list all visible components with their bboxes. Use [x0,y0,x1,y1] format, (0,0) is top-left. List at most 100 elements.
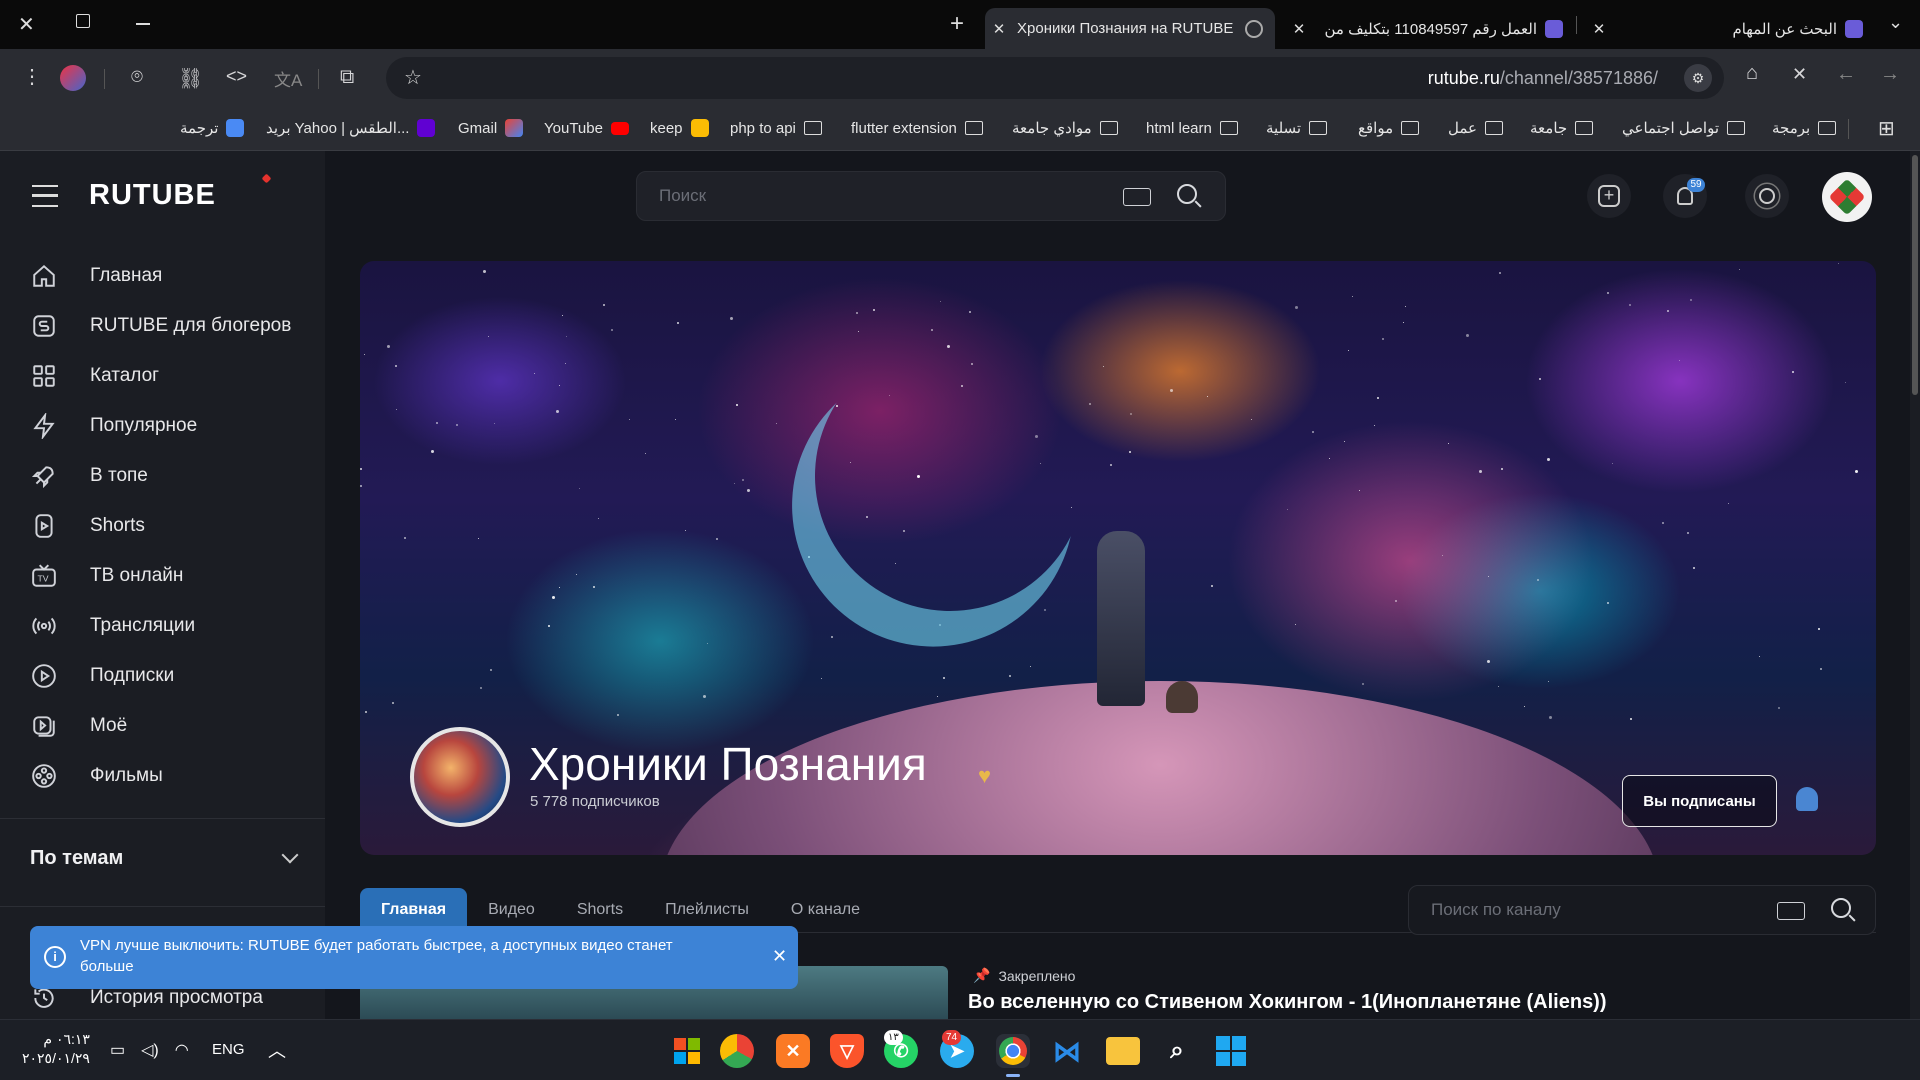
sidebar-item-popular[interactable]: Популярное [30,406,197,446]
bookmark-keep[interactable]: keep [650,117,709,139]
link-icon[interactable]: ⛓ [178,66,203,91]
section-topics[interactable]: По темам [30,843,299,873]
bookmark-html-learn[interactable]: html learn [1146,117,1238,139]
channel-search-input[interactable]: Поиск по каналу [1408,885,1876,935]
bookmark-gmail[interactable]: Gmail [458,117,524,139]
translate-icon[interactable]: 文A [274,66,302,91]
file-explorer-icon[interactable] [1106,1037,1140,1065]
banner-star [937,696,938,697]
start-button[interactable] [670,1034,704,1068]
close-icon[interactable]: ✕ [772,946,787,967]
hamburger-menu-icon[interactable] [32,185,58,207]
brave-icon[interactable]: ▽ [830,1034,864,1068]
sidebar-item-tv[interactable]: TV ТВ онлайн [30,556,183,596]
tab-close-icon[interactable]: ✕ [1585,20,1613,38]
sidebar-item-top[interactable]: В топе [30,456,148,496]
user-avatar[interactable] [1822,172,1872,222]
code-icon[interactable]: <> [226,66,247,87]
address-bar[interactable]: ☆ rutube.ru/channel/38571886/ ⚙ [386,57,1724,99]
chrome-profile-icon[interactable] [720,1034,754,1068]
forward-arrow-icon[interactable]: → [1880,63,1900,86]
close-window-icon[interactable]: ✕ [18,12,35,37]
windows-start-icon[interactable] [1214,1034,1248,1068]
wifi-icon: ◠ [174,1042,189,1059]
banner-star [1479,470,1482,473]
banner-star [1359,490,1360,491]
notifications-button[interactable]: 59 [1663,174,1707,218]
bookmark-entertainment[interactable]: تسلية [1266,117,1328,139]
banner-star [364,354,365,355]
back-arrow-icon[interactable]: ← [1836,63,1856,86]
banner-star [360,468,362,470]
subscribed-button[interactable]: Вы подписаны [1622,775,1777,827]
minimize-window-icon[interactable] [136,23,150,25]
bookmark-star-icon[interactable]: ☆ [404,65,422,90]
banner-star [548,625,550,627]
sidebar-item-subscriptions[interactable]: Подписки [30,656,174,696]
system-tray[interactable]: ▭ ◁) ◠ [110,1040,189,1060]
bookmark-translate[interactable]: ترجمة [180,117,245,139]
home-icon[interactable]: ⌂ [1746,62,1758,85]
restore-window-icon[interactable] [76,14,90,28]
vscode-icon[interactable]: ⋈ [1050,1034,1084,1068]
tab-job[interactable]: ✕ العمل رقم 110849597 بتكليف من [1285,8,1575,49]
sidebar-item-films[interactable]: Фильмы [30,756,163,796]
tab-close-icon[interactable]: ✕ [1285,20,1313,38]
sidebar-item-bloggers[interactable]: RUTUBE для блогеров [30,306,291,346]
pinned-video-title[interactable]: Во вселенную со Стивеном Хокингом - 1(Ин… [968,991,1607,1014]
upload-button[interactable]: + [1587,174,1631,218]
site-settings-icon[interactable]: ⚙ [1684,64,1712,92]
tab-rutube[interactable]: ✕ Хроники Познания на RUTUBE [985,8,1275,49]
keyboard-icon[interactable] [1123,188,1151,206]
bookmark-work[interactable]: عمل [1448,117,1503,139]
sidebar-item-broadcasts[interactable]: Трансляции [30,606,195,646]
bookmark-programming[interactable]: برمجة [1772,117,1837,139]
rutube-logo[interactable]: RUTUBE [89,179,216,212]
bookmark-youtube[interactable]: YouTube [544,117,629,139]
banner-star [490,669,492,671]
page-scrollbar[interactable] [1910,151,1920,1019]
extension-avatar-icon[interactable] [60,65,86,91]
tab-close-icon[interactable]: ✕ [985,20,1013,38]
xampp-icon[interactable]: ✕ [776,1034,810,1068]
stop-icon[interactable]: ✕ [1792,64,1807,85]
theme-toggle-button[interactable] [1745,174,1789,218]
keyboard-icon[interactable] [1777,902,1805,920]
sidebar-item-shorts[interactable]: Shorts [30,506,145,546]
clock[interactable]: ٠٦:١٣ م ٢٠٢٥/٠١/٢٩ [22,1030,90,1068]
channel-search-placeholder: Поиск по каналу [1431,900,1561,919]
banner-star [1739,269,1740,270]
bookmark-php-to-api[interactable]: php to api [730,117,822,139]
bookmark-university-materials[interactable]: موادي جامعة [1012,117,1118,139]
apps-grid-icon[interactable]: ⊞ [1878,116,1895,141]
whatsapp-badge: ١٣ [884,1030,903,1045]
language-indicator[interactable]: ENG [212,1041,245,1058]
search-input[interactable]: Поиск [636,171,1226,221]
bookmark-sites[interactable]: مواقع [1358,117,1420,139]
sidebar-item-home[interactable]: Главная [30,256,162,296]
banner-star [1838,263,1839,264]
lightning-icon [30,412,58,440]
screenshot-icon[interactable]: ⌾ [131,66,143,89]
sidebar-item-mine[interactable]: Моё [30,706,127,746]
banner-star [365,711,367,713]
new-tab-button[interactable]: + [950,10,964,38]
bookmark-flutter-extension[interactable]: flutter extension [851,117,983,139]
tab-separator [1576,16,1577,34]
tab-search-tasks[interactable]: ✕ البحث عن المهام [1585,8,1875,49]
url-text[interactable]: rutube.ru/channel/38571886/ [1428,68,1658,89]
extensions-icon[interactable]: ⧉ [340,66,354,89]
sidebar-item-catalog[interactable]: Каталог [30,356,159,396]
tray-chevron-icon[interactable]: ︿ [268,1037,286,1063]
tab-search-chevron-icon[interactable]: ⌄ [1888,12,1903,33]
bookmark-university[interactable]: جامعة [1530,117,1594,139]
toast-message: VPN лучше выключить: RUTUBE будет работа… [80,937,673,975]
bookmark-yahoo[interactable]: بريد Yahoo | الطقس... [266,117,436,139]
bookmark-social[interactable]: تواصل اجتماعي [1622,117,1746,139]
browser-menu-icon[interactable]: ⋮ [22,64,42,89]
notification-bell-icon[interactable] [1796,787,1818,811]
search-icon[interactable]: ⌕ [1160,1034,1194,1068]
channel-avatar[interactable] [410,727,510,827]
chrome-icon[interactable] [996,1034,1030,1068]
scrollbar-thumb[interactable] [1912,155,1918,395]
